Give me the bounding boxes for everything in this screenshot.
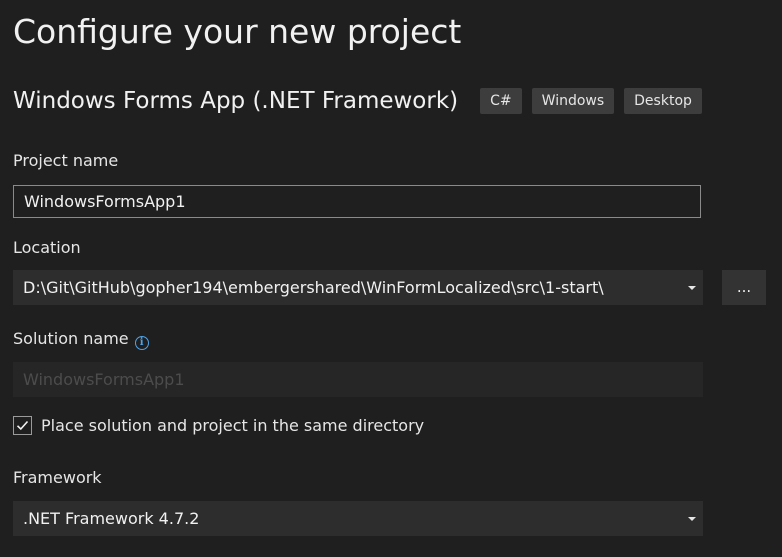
checkmark-icon xyxy=(16,420,29,431)
location-value: D:\Git\GitHub\gopher194\embergershared\W… xyxy=(23,278,604,297)
framework-combobox[interactable]: .NET Framework 4.7.2 xyxy=(13,501,703,536)
solution-name-label-row: Solution name i xyxy=(13,329,149,350)
solution-name-input: WindowsFormsApp1 xyxy=(13,362,703,397)
same-directory-checkbox[interactable] xyxy=(13,416,32,435)
chevron-down-icon[interactable] xyxy=(688,286,696,290)
tag-project-type: Desktop xyxy=(624,88,702,114)
page-title: Configure your new project xyxy=(13,12,462,51)
location-combobox[interactable]: D:\Git\GitHub\gopher194\embergershared\W… xyxy=(13,270,703,305)
template-header: Windows Forms App (.NET Framework) C# Wi… xyxy=(13,88,702,114)
location-label: Location xyxy=(13,238,81,257)
framework-label: Framework xyxy=(13,468,102,487)
project-name-input[interactable]: WindowsFormsApp1 xyxy=(13,185,701,218)
chevron-down-icon[interactable] xyxy=(688,517,696,521)
framework-value: .NET Framework 4.7.2 xyxy=(23,509,200,528)
browse-button[interactable]: ... xyxy=(722,270,766,305)
same-directory-label[interactable]: Place solution and project in the same d… xyxy=(41,416,424,435)
solution-name-label: Solution name xyxy=(13,329,129,348)
info-icon[interactable]: i xyxy=(134,336,149,350)
tag-platform: Windows xyxy=(531,88,615,114)
tag-language: C# xyxy=(480,88,522,114)
template-name: Windows Forms App (.NET Framework) xyxy=(13,88,459,114)
project-name-label: Project name xyxy=(13,151,119,170)
